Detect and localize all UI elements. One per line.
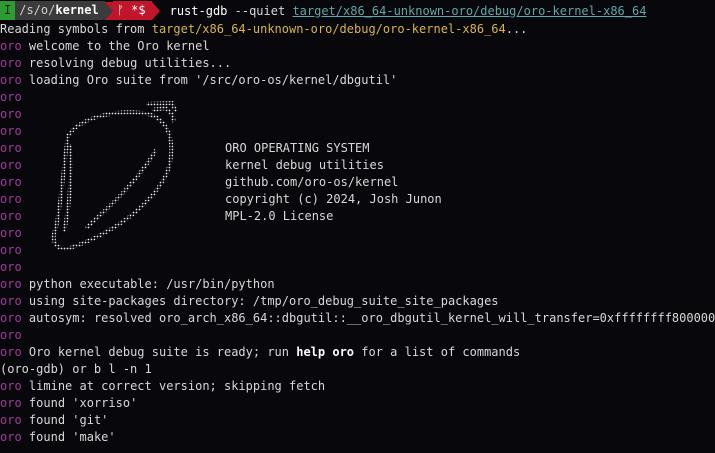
reading-symbols-line: Reading symbols from target/x86_64-unkno… [0,21,527,38]
output-line-site-packages: oro using site-packages directory: /tmp/… [0,293,499,310]
banner-row: oro [0,259,22,276]
message-text: found 'xorriso' [28,396,138,410]
oro-tag: oro [0,260,22,274]
oro-tag: oro [0,430,22,444]
banner-row: oro [0,225,22,242]
message-text: found 'git' [28,413,109,427]
oro-tag: oro [0,124,22,138]
output-line-loading: oro loading Oro suite from '/src/oro-os/… [0,72,397,89]
oro-tag: oro [0,243,22,257]
output-line-autosym: oro autosym: resolved oro_arch_x86_64::d… [0,310,715,327]
command-flag: --quiet [234,3,286,18]
command-input[interactable]: rust-gdb --quiet target/x86_64-unknown-o… [170,4,647,18]
message-text: found 'make' [28,430,116,444]
output-line-welcome: oro welcome to the Oro kernel [0,38,210,55]
banner-row: oro [0,174,22,191]
oro-logo-icon [51,100,178,251]
reading-suffix: ... [505,22,528,36]
reading-path: target/x86_64-unknown-oro/debug/oro-kern… [151,22,506,36]
banner-row: oro [0,140,22,157]
oro-tag: oro [0,328,22,342]
oro-tag: oro [0,39,22,53]
path-prefix: /s/o/ [19,3,56,17]
banner-title: ORO OPERATING SYSTEM [225,141,370,155]
prompt-path: /s/o/kernel [15,1,105,20]
oro-tag: oro [0,277,22,291]
message-text: using site-packages directory: /tmp/oro_… [28,294,499,308]
oro-tag: oro [0,413,22,427]
oro-tag: oro [0,73,22,87]
banner-row: oro [0,242,22,259]
shell-prompt: I /s/o/kernel ᚠ *$ rust-gdb --quiet targ… [0,1,646,20]
message-text: limine at correct version; skipping fetc… [28,379,326,393]
oro-tag: oro [0,141,22,155]
oro-tag: oro [0,175,22,189]
message-text: Oro kernel debug suite is ready; run [28,345,297,359]
oro-tag: oro [0,379,22,393]
command-name: rust-gdb [169,3,228,18]
oro-tag: oro [0,226,22,240]
output-line-limine: oro limine at correct version; skipping … [0,378,325,395]
output-line-xorriso: oro found 'xorriso' [0,395,137,412]
vi-mode-indicator: I [0,1,16,20]
oro-tag: oro [0,396,22,410]
output-line-git: oro found 'git' [0,412,108,429]
message-text: python executable: /usr/bin/python [28,277,275,291]
gdb-prompt-line[interactable]: (oro-gdb) or b l -n 1 [0,361,152,378]
message-text: for a list of commands [354,345,521,359]
banner-url: github.com/oro-os/kernel [225,175,399,189]
message-text: autosym: resolved oro_arch_x86_64::dbgut… [28,311,715,325]
terminal-window[interactable]: I /s/o/kernel ᚠ *$ rust-gdb --quiet targ… [0,0,715,453]
command-target-link[interactable]: target/x86_64-unknown-oro/debug/oro-kern… [292,4,646,18]
oro-tag: oro [0,311,22,325]
banner-row: oro [0,106,22,123]
output-line-python: oro python executable: /usr/bin/python [0,276,275,293]
banner-row: oro [0,157,22,174]
oro-tag: oro [0,192,22,206]
message-text: loading Oro suite from '/src/oro-os/kern… [28,73,398,87]
banner-row: oro [0,208,22,225]
gdb-command-text: (oro-gdb) or b l -n 1 [0,362,152,376]
banner-subtitle: kernel debug utilities [225,158,384,172]
banner-row: oro [0,89,22,106]
git-status: ᚠ *$ [112,1,152,20]
message-text: welcome to the Oro kernel [28,39,210,53]
reading-prefix: Reading symbols from [0,22,152,36]
oro-tag: oro [0,56,22,70]
message-text: resolving debug utilities... [28,56,232,70]
banner-copyright: copyright (c) 2024, Josh Junon [225,192,442,206]
oro-tag: oro [0,158,22,172]
output-line-make: oro found 'make' [0,429,116,446]
oro-tag: oro [0,345,22,359]
oro-tag: oro [0,209,22,223]
banner-row: oro [0,191,22,208]
banner-license: MPL-2.0 License [225,209,334,223]
oro-tag: oro [0,294,22,308]
help-command: help oro [296,345,355,359]
output-line-blank: oro [0,327,22,344]
banner-row: oro [0,123,22,140]
oro-tag: oro [0,90,22,104]
output-line-resolving: oro resolving debug utilities... [0,55,231,72]
prompt-separator [104,1,113,20]
prompt-separator-end [151,1,160,20]
oro-tag: oro [0,107,22,121]
path-current-dir: kernel [55,3,99,17]
output-line-ready: oro Oro kernel debug suite is ready; run… [0,344,520,361]
